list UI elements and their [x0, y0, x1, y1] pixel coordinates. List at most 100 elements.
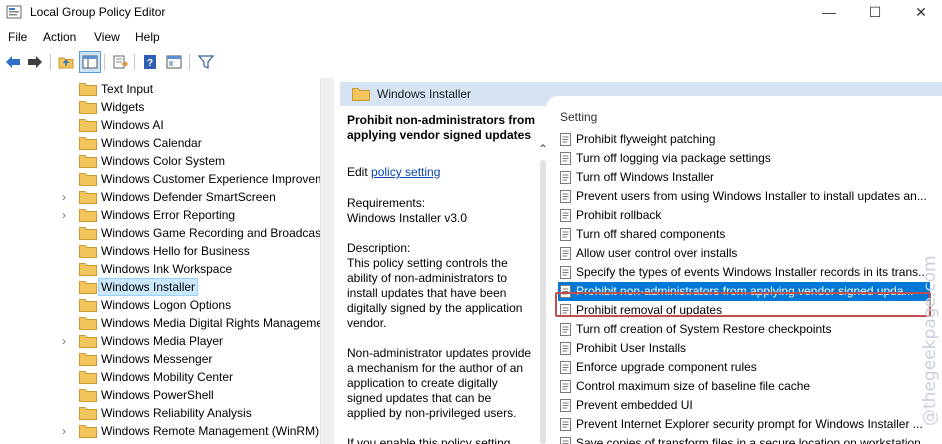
tree-item-label: Windows Customer Experience Improvement …	[101, 172, 320, 186]
tree-item-label: Windows PowerShell	[101, 388, 214, 402]
svg-text:?: ?	[147, 58, 153, 69]
setting-label: Prohibit flyweight patching	[576, 132, 716, 146]
setting-row[interactable]: Save copies of transform files in a secu…	[558, 434, 930, 444]
close-button[interactable]: ✕	[898, 0, 942, 24]
tree-item-label: Windows Mobility Center	[101, 370, 234, 384]
tree-item[interactable]: Text Input	[0, 80, 320, 98]
folder-icon	[79, 83, 97, 96]
tree-item[interactable]: Widgets	[0, 98, 320, 116]
tree-item[interactable]: Windows Game Recording and Broadcasting	[0, 224, 320, 242]
policy-setting-icon	[560, 133, 571, 146]
folder-icon	[79, 101, 97, 114]
setting-label: Turn off logging via package settings	[576, 151, 771, 165]
policy-setting-icon	[560, 437, 571, 444]
toolbar-separator	[134, 54, 135, 70]
policy-setting-icon	[560, 171, 571, 184]
tree-item[interactable]: Windows Color System	[0, 152, 320, 170]
tree-item[interactable]: › Windows Remote Management (WinRM)	[0, 422, 320, 440]
tree-item-label: Windows Error Reporting	[101, 208, 236, 222]
properties-button[interactable]	[163, 51, 185, 73]
setting-label: Prevent embedded UI	[576, 398, 693, 412]
show-hide-tree-button[interactable]	[79, 51, 101, 73]
setting-row[interactable]: Prohibit removal of updates	[558, 301, 930, 320]
edit-policy-setting-link[interactable]: policy setting	[371, 165, 440, 179]
setting-row[interactable]: Prevent embedded UI	[558, 396, 930, 415]
requirements-value: Windows Installer v3.0	[347, 211, 468, 225]
folder-icon	[352, 88, 370, 101]
maximize-button[interactable]: ☐	[852, 0, 898, 24]
menu-help[interactable]: Help	[135, 30, 160, 44]
tree-scrollbar[interactable]	[320, 78, 334, 444]
tree-item[interactable]: Windows Installer	[0, 278, 320, 296]
setting-column-header[interactable]: Setting	[560, 110, 597, 124]
menu-view[interactable]: View	[94, 30, 120, 44]
folder-icon	[79, 173, 97, 186]
folder-icon	[79, 317, 97, 330]
forward-button[interactable]	[24, 51, 46, 73]
tree-item[interactable]: › Windows Media Player	[0, 332, 320, 350]
tree-item[interactable]: Windows Calendar	[0, 134, 320, 152]
policy-setting-icon	[560, 380, 571, 393]
setting-row[interactable]: Turn off logging via package settings	[558, 149, 930, 168]
requirements-label: Requirements:	[347, 196, 426, 210]
policy-setting-icon	[560, 304, 571, 317]
tree-item[interactable]: Windows Ink Workspace	[0, 260, 320, 278]
tree-item[interactable]: Windows Mobility Center	[0, 368, 320, 386]
setting-row[interactable]: Prohibit non-administrators from applyin…	[558, 282, 930, 301]
tree-item[interactable]: Windows Logon Options	[0, 296, 320, 314]
tree-item-label: Widgets	[101, 100, 145, 114]
setting-row[interactable]: Control maximum size of baseline file ca…	[558, 377, 930, 396]
navigation-tree[interactable]: Text Input Widgets Windows AI Windows Calen…	[0, 78, 320, 444]
tree-item[interactable]: Windows Reliability Analysis	[0, 404, 320, 422]
export-list-button[interactable]	[109, 51, 131, 73]
setting-row[interactable]: Prohibit flyweight patching	[558, 130, 930, 149]
setting-row[interactable]: Specify the types of events Windows Inst…	[558, 263, 930, 282]
tree-item-label: Windows Logon Options	[101, 298, 232, 312]
menu-file[interactable]: File	[8, 30, 27, 44]
tree-item[interactable]: Windows AI	[0, 116, 320, 134]
back-button[interactable]	[2, 51, 24, 73]
setting-row[interactable]: Prohibit rollback	[558, 206, 930, 225]
setting-row[interactable]: Prevent users from using Windows Install…	[558, 187, 930, 206]
tree-item[interactable]: › Windows Defender SmartScreen	[0, 188, 320, 206]
tree-item-label: Windows Remote Management (WinRM)	[101, 424, 320, 438]
setting-row[interactable]: Allow user control over installs	[558, 244, 930, 263]
chevron-right-icon[interactable]: ›	[62, 334, 74, 348]
tree-item-label: Windows Color System	[101, 154, 226, 168]
setting-row[interactable]: Enforce upgrade component rules	[558, 358, 930, 377]
folder-icon	[79, 281, 97, 294]
chevron-right-icon[interactable]: ›	[62, 190, 74, 204]
toolbar-separator	[50, 54, 51, 70]
setting-label: Enforce upgrade component rules	[576, 360, 757, 374]
tree-item[interactable]: Windows Customer Experience Improvement …	[0, 170, 320, 188]
policy-setting-icon	[560, 266, 571, 279]
setting-row[interactable]: Turn off creation of System Restore chec…	[558, 320, 930, 339]
tree-item-label: Windows Reliability Analysis	[101, 406, 252, 420]
tree-item[interactable]: Windows Hello for Business	[0, 242, 320, 260]
properties-icon	[166, 55, 182, 69]
setting-row[interactable]: Turn off Windows Installer	[558, 168, 930, 187]
tree-item[interactable]: Windows Media Digital Rights Management	[0, 314, 320, 332]
tree-item[interactable]: Windows PowerShell	[0, 386, 320, 404]
help-button[interactable]: ?	[139, 51, 161, 73]
minimize-button[interactable]: —	[806, 0, 852, 24]
policy-setting-icon	[560, 323, 571, 336]
policy-setting-icon	[560, 209, 571, 222]
setting-row[interactable]: Prevent Internet Explorer security promp…	[558, 415, 930, 434]
folder-icon	[79, 263, 97, 276]
chevron-right-icon[interactable]: ›	[62, 208, 74, 222]
chevron-right-icon[interactable]: ›	[62, 424, 74, 438]
up-one-level-button[interactable]	[55, 51, 77, 73]
tree-item[interactable]: › Windows Error Reporting	[0, 206, 320, 224]
policy-title: Prohibit non-administrators from applyin…	[347, 113, 536, 142]
policy-setting-icon	[560, 228, 571, 241]
menu-action[interactable]: Action	[43, 30, 76, 44]
setting-row[interactable]: Prohibit User Installs	[558, 339, 930, 358]
tree-item[interactable]: Windows Messenger	[0, 350, 320, 368]
folder-icon	[79, 155, 97, 168]
menu-bar: File Action View Help	[0, 27, 942, 47]
filter-button[interactable]	[195, 51, 217, 73]
setting-row[interactable]: Turn off shared components	[558, 225, 930, 244]
setting-label: Control maximum size of baseline file ca…	[576, 379, 811, 393]
setting-label: Turn off Windows Installer	[576, 170, 715, 184]
